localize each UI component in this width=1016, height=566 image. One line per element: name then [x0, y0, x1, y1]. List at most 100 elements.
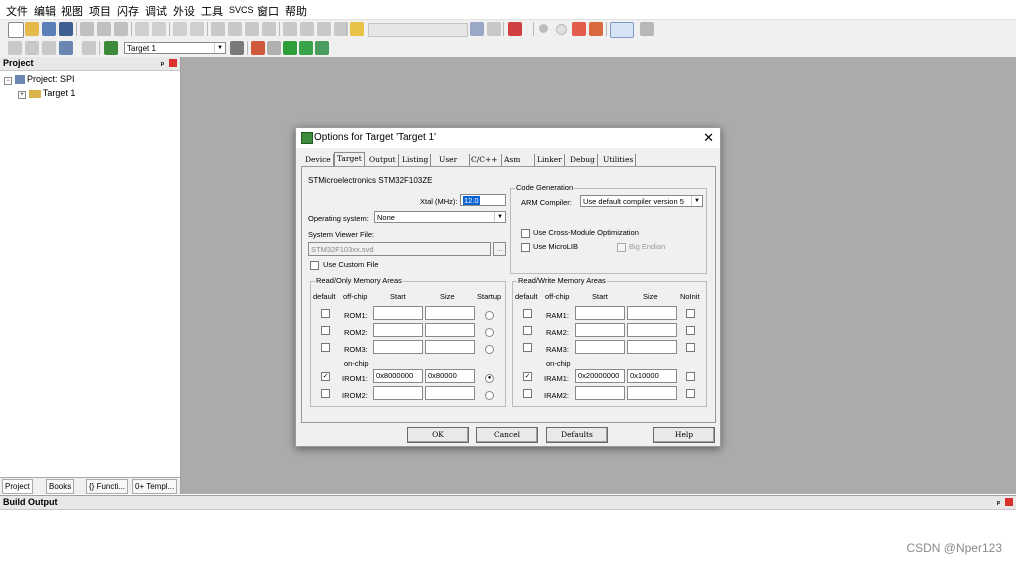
rebuild-icon[interactable]	[42, 41, 56, 55]
rom2-start-input[interactable]	[373, 323, 423, 337]
irom1-default-checkbox[interactable]: ✓	[321, 372, 330, 381]
iram2-start-input[interactable]	[575, 386, 625, 400]
pin-icon[interactable]: ᵖ	[997, 497, 1000, 510]
tab-device[interactable]: Device	[303, 154, 334, 166]
ram3-default-checkbox[interactable]	[523, 343, 532, 352]
batch-build-icon[interactable]	[104, 41, 118, 55]
menu-svcs[interactable]: SVCS	[229, 5, 254, 15]
rom1-size-input[interactable]	[425, 306, 475, 320]
menu-window[interactable]: 窗口	[257, 3, 279, 19]
irom2-size-input[interactable]	[425, 386, 475, 400]
iram1-default-checkbox[interactable]: ✓	[523, 372, 532, 381]
cross-module-checkbox[interactable]	[521, 229, 530, 238]
irom1-size-input[interactable]: 0x80000	[425, 369, 475, 383]
expand-icon[interactable]: +	[18, 91, 26, 99]
irom1-start-input[interactable]: 0x8000000	[373, 369, 423, 383]
rom2-size-input[interactable]	[425, 323, 475, 337]
menu-flash[interactable]: 闪存	[117, 3, 139, 19]
indent-icon[interactable]	[283, 22, 297, 36]
iram1-start-input[interactable]: 0x20000000	[575, 369, 625, 383]
rom2-default-checkbox[interactable]	[321, 326, 330, 335]
menu-view[interactable]: 视图	[61, 3, 83, 19]
menu-help[interactable]: 帮助	[285, 3, 307, 19]
tab-project[interactable]: Project	[2, 479, 33, 494]
redo-icon[interactable]	[152, 22, 166, 36]
close-icon[interactable]	[169, 59, 177, 67]
irom2-default-checkbox[interactable]	[321, 389, 330, 398]
xtal-input[interactable]: 12.0	[460, 194, 506, 206]
bookmark-icon[interactable]	[211, 22, 225, 36]
irom2-start-input[interactable]	[373, 386, 423, 400]
ram2-noinit-checkbox[interactable]	[686, 326, 695, 335]
ram3-size-input[interactable]	[627, 340, 677, 354]
ram1-noinit-checkbox[interactable]	[686, 309, 695, 318]
collapse-icon[interactable]: −	[4, 77, 12, 85]
tab-debug[interactable]: Debug	[568, 154, 598, 166]
rom3-default-checkbox[interactable]	[321, 343, 330, 352]
next-bookmark-icon[interactable]	[245, 22, 259, 36]
rom2-startup-radio[interactable]	[485, 328, 494, 337]
download-icon[interactable]	[59, 41, 73, 55]
tab-asm[interactable]: Asm	[502, 154, 535, 166]
target-select[interactable]: Target 1 ▼	[124, 42, 226, 54]
save-icon[interactable]	[42, 22, 56, 36]
unindent-icon[interactable]	[300, 22, 314, 36]
open-folder-icon[interactable]	[25, 22, 39, 36]
iram1-size-input[interactable]: 0x10000	[627, 369, 677, 383]
rom1-startup-radio[interactable]	[485, 311, 494, 320]
clear-bookmarks-icon[interactable]	[262, 22, 276, 36]
target-options-icon[interactable]	[230, 41, 244, 55]
tab-output[interactable]: Output	[367, 154, 399, 166]
pack-installer-icon[interactable]	[315, 41, 329, 55]
find-combo[interactable]	[368, 23, 468, 37]
menu-file[interactable]: 文件	[6, 3, 28, 19]
ram2-default-checkbox[interactable]	[523, 326, 532, 335]
nav-back-icon[interactable]	[173, 22, 187, 36]
enable-breakpoint-icon[interactable]	[556, 24, 567, 35]
close-icon[interactable]: ✕	[703, 130, 714, 146]
comment-icon[interactable]	[317, 22, 331, 36]
iram2-noinit-checkbox[interactable]	[686, 389, 695, 398]
os-select[interactable]: None ▼	[374, 211, 506, 223]
rom3-startup-radio[interactable]	[485, 345, 494, 354]
find-icon[interactable]	[470, 22, 484, 36]
manage-rte-icon[interactable]	[283, 41, 297, 55]
new-file-icon[interactable]	[8, 22, 24, 38]
manage-components-icon[interactable]	[267, 41, 281, 55]
iram2-size-input[interactable]	[627, 386, 677, 400]
tree-root[interactable]: − Project: SPI	[4, 74, 75, 85]
irom2-startup-radio[interactable]	[485, 391, 494, 400]
iram2-default-checkbox[interactable]	[523, 389, 532, 398]
save-all-icon[interactable]	[59, 22, 73, 36]
menu-edit[interactable]: 编辑	[34, 3, 56, 19]
rom3-start-input[interactable]	[373, 340, 423, 354]
tab-target[interactable]: Target	[334, 152, 365, 167]
ram3-start-input[interactable]	[575, 340, 625, 354]
tab-templates[interactable]: 0+ Templ...	[132, 479, 178, 494]
breakpoint-icon[interactable]	[539, 24, 548, 33]
ram2-size-input[interactable]	[627, 323, 677, 337]
rom3-size-input[interactable]	[425, 340, 475, 354]
menu-tools[interactable]: 工具	[201, 3, 223, 19]
nav-forward-icon[interactable]	[190, 22, 204, 36]
ram3-noinit-checkbox[interactable]	[686, 343, 695, 352]
irom1-startup-radio[interactable]: ●	[485, 374, 494, 383]
tab-cpp[interactable]: C/C++	[469, 154, 502, 166]
rom1-start-input[interactable]	[373, 306, 423, 320]
ok-button[interactable]: OK	[407, 427, 469, 443]
paste-icon[interactable]	[114, 22, 128, 36]
tree-target[interactable]: + Target 1	[18, 88, 75, 99]
cancel-button[interactable]: Cancel	[476, 427, 538, 443]
use-custom-file-checkbox[interactable]	[310, 261, 319, 270]
microlib-checkbox[interactable]	[521, 243, 530, 252]
translate-icon[interactable]	[8, 41, 22, 55]
debug-session-icon[interactable]	[508, 22, 522, 36]
defaults-button[interactable]: Defaults	[546, 427, 608, 443]
tab-books[interactable]: Books	[46, 479, 75, 494]
stop-build-icon[interactable]	[82, 41, 96, 55]
tab-utilities[interactable]: Utilities	[601, 154, 637, 166]
menu-project[interactable]: 项目	[89, 3, 111, 19]
kill-breakpoints-icon[interactable]	[589, 22, 603, 36]
undo-icon[interactable]	[135, 22, 149, 36]
select-packs-icon[interactable]	[299, 41, 313, 55]
